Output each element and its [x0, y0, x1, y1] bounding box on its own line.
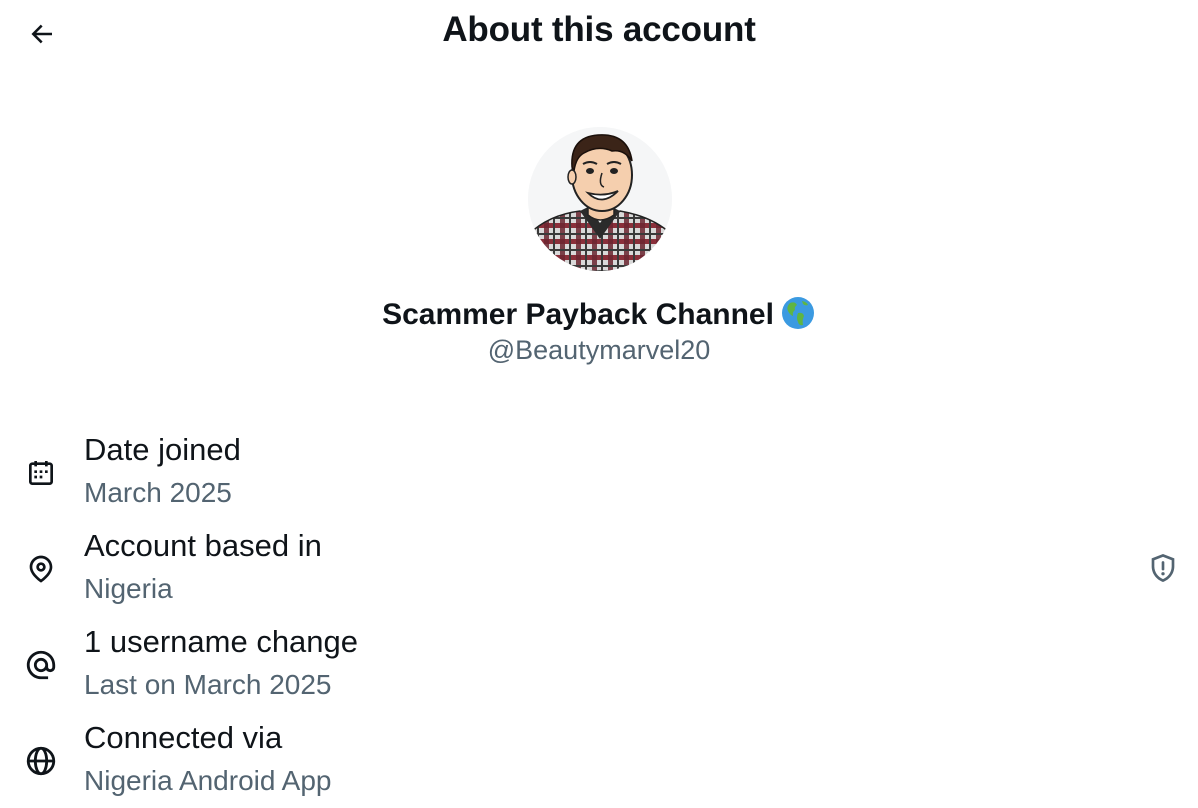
globe-icon [22, 742, 60, 780]
avatar-image [528, 127, 672, 271]
date-joined-label: Date joined [84, 432, 241, 467]
at-sign-icon [22, 646, 60, 684]
date-joined-row: Date joined March 2025 [0, 432, 1198, 524]
date-joined-value: March 2025 [84, 477, 232, 508]
about-account-page: About this account Scammer Payback Chann… [0, 0, 1198, 808]
location-pin-icon [22, 550, 60, 588]
account-location-value: Nigeria [84, 573, 173, 604]
avatar[interactable] [528, 127, 672, 271]
display-name-line: Scammer Payback Channel [0, 295, 1198, 332]
shield-alert-icon [1151, 554, 1175, 582]
connected-via-label: Connected via [84, 720, 283, 755]
globe-americas-emoji-icon [781, 297, 814, 329]
username-change-label: 1 username change [84, 624, 359, 659]
username-handle: @Beautymarvel20 [487, 335, 711, 365]
connected-via-row: Connected via Nigeria Android App [0, 720, 1198, 808]
username-change-value: Last on March 2025 [84, 669, 332, 700]
connected-via-value: Nigeria Android App [84, 765, 332, 796]
account-location-label: Account based in [84, 528, 322, 563]
display-name: Scammer Payback Channel [382, 298, 774, 331]
account-location-row: Account based in Nigeria [0, 528, 1198, 620]
username-change-row: 1 username change Last on March 2025 [0, 624, 1198, 716]
shield-alert-button[interactable] [1143, 548, 1183, 588]
page-title: About this account [442, 10, 756, 49]
calendar-icon [22, 454, 60, 492]
